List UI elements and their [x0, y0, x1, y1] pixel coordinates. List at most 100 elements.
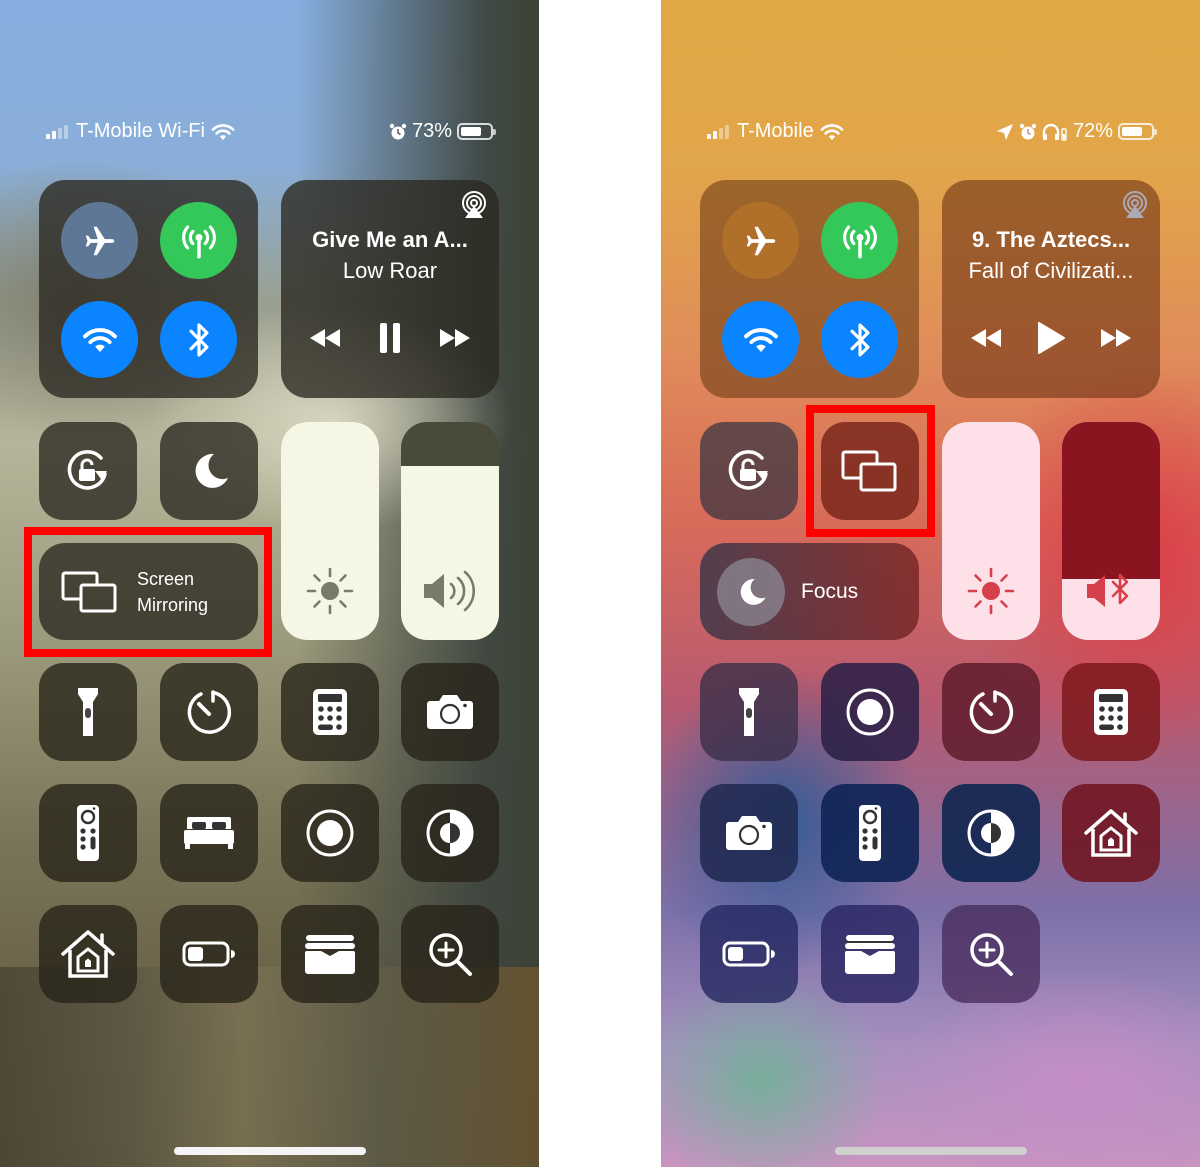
home-indicator[interactable]: [173, 1147, 366, 1155]
pause-button[interactable]: [370, 320, 410, 356]
contrast-icon: [966, 808, 1016, 858]
wallet-icon: [303, 933, 357, 975]
home-button[interactable]: [39, 905, 137, 1003]
volume-slider[interactable]: [401, 422, 499, 640]
orientation-lock-button[interactable]: [700, 422, 798, 520]
wifi-toggle[interactable]: [722, 301, 799, 378]
dark-mode-button[interactable]: [942, 784, 1040, 882]
home-icon: [1083, 808, 1139, 858]
record-icon: [845, 687, 895, 737]
sun-icon: [967, 567, 1015, 615]
calculator-icon: [312, 688, 348, 736]
airplane-mode-toggle[interactable]: [722, 202, 799, 279]
brightness-slider[interactable]: [281, 422, 379, 640]
calculator-button[interactable]: [1062, 663, 1160, 761]
dark-mode-button[interactable]: [401, 784, 499, 882]
airplane-mode-toggle[interactable]: [61, 202, 138, 279]
remote-icon: [857, 803, 883, 863]
rewind-button[interactable]: [966, 320, 1006, 356]
airplay-icon[interactable]: [1120, 190, 1150, 220]
magnifier-icon: [426, 930, 474, 978]
camera-button[interactable]: [401, 663, 499, 761]
wifi-icon: [82, 327, 117, 352]
track-title: 9. The Aztecs...: [971, 227, 1131, 252]
play-icon: [1037, 322, 1065, 354]
record-icon: [305, 808, 355, 858]
fast-forward-icon: [1100, 329, 1131, 347]
airplane-icon: [746, 226, 775, 255]
calculator-button[interactable]: [281, 663, 379, 761]
airplay-icon[interactable]: [459, 190, 489, 220]
wifi-toggle[interactable]: [61, 301, 138, 378]
calculator-icon: [1093, 688, 1129, 736]
fast-forward-icon: [439, 329, 470, 347]
fast-forward-button[interactable]: [435, 320, 475, 356]
screen-recording-button[interactable]: [281, 784, 379, 882]
fast-forward-button[interactable]: [1096, 320, 1136, 356]
cellular-data-toggle[interactable]: [821, 202, 898, 279]
timer-icon: [185, 688, 233, 736]
contrast-icon: [425, 808, 475, 858]
phone-left-control-center: T-Mobile Wi-Fi 73% Give Me an A... Low R…: [0, 0, 539, 1167]
speaker-bluetooth-icon: [1087, 573, 1129, 607]
home-button[interactable]: [1062, 784, 1160, 882]
home-indicator[interactable]: [834, 1147, 1027, 1155]
antenna-icon: [181, 224, 216, 258]
apple-tv-remote-button[interactable]: [39, 784, 137, 882]
carrier-label: T-Mobile Wi-Fi: [76, 120, 205, 142]
alarm-icon: [1019, 123, 1037, 141]
track-title: Give Me an A...: [312, 227, 468, 252]
bluetooth-toggle[interactable]: [821, 301, 898, 378]
now-playing-module[interactable]: 9. The Aztecs... Fall of Civilizati...: [942, 180, 1160, 398]
flashlight-icon: [736, 686, 762, 738]
rotation-lock-icon: [728, 450, 768, 490]
low-power-mode-button[interactable]: [700, 905, 798, 1003]
sleep-button[interactable]: [160, 784, 258, 882]
carrier-label: T-Mobile: [737, 120, 814, 142]
do-not-disturb-button[interactable]: [160, 422, 258, 520]
brightness-slider[interactable]: [942, 422, 1040, 640]
alarm-icon: [389, 123, 407, 141]
timer-button[interactable]: [160, 663, 258, 761]
speaker-icon: [424, 570, 475, 612]
wallet-icon: [843, 933, 897, 975]
moon-icon: [740, 578, 766, 605]
camera-button[interactable]: [700, 784, 798, 882]
play-button[interactable]: [1031, 320, 1071, 356]
wifi-icon: [820, 123, 844, 141]
camera-icon: [426, 693, 474, 731]
focus-icon-circle: [717, 557, 785, 626]
bluetooth-icon: [189, 322, 209, 357]
moon-icon: [195, 453, 228, 488]
flashlight-button[interactable]: [39, 663, 137, 761]
highlight-box-screen-mirroring: [24, 527, 272, 657]
camera-icon: [725, 814, 773, 852]
magnifier-button[interactable]: [401, 905, 499, 1003]
cellular-data-toggle[interactable]: [160, 202, 237, 279]
battery-icon: [457, 123, 496, 140]
rewind-button[interactable]: [305, 320, 345, 356]
timer-button[interactable]: [942, 663, 1040, 761]
focus-button[interactable]: Focus: [700, 543, 919, 640]
volume-slider[interactable]: [1062, 422, 1160, 640]
rewind-icon: [310, 329, 341, 347]
flashlight-button[interactable]: [700, 663, 798, 761]
battery-percent: 73%: [411, 120, 452, 142]
location-icon: [996, 123, 1014, 141]
now-playing-module[interactable]: Give Me an A... Low Roar: [281, 180, 499, 398]
screen-recording-button[interactable]: [821, 663, 919, 761]
magnifier-button[interactable]: [942, 905, 1040, 1003]
rewind-icon: [971, 329, 1002, 347]
low-power-mode-button[interactable]: [160, 905, 258, 1003]
bluetooth-toggle[interactable]: [160, 301, 237, 378]
signal-icon: [46, 124, 68, 139]
orientation-lock-button[interactable]: [39, 422, 137, 520]
wallet-button[interactable]: [821, 905, 919, 1003]
wifi-icon: [743, 327, 778, 352]
apple-tv-remote-button[interactable]: [821, 784, 919, 882]
wallet-button[interactable]: [281, 905, 379, 1003]
connectivity-module: [700, 180, 919, 398]
remote-icon: [75, 803, 101, 863]
battery-icon: [1118, 123, 1157, 140]
signal-icon: [707, 124, 729, 139]
